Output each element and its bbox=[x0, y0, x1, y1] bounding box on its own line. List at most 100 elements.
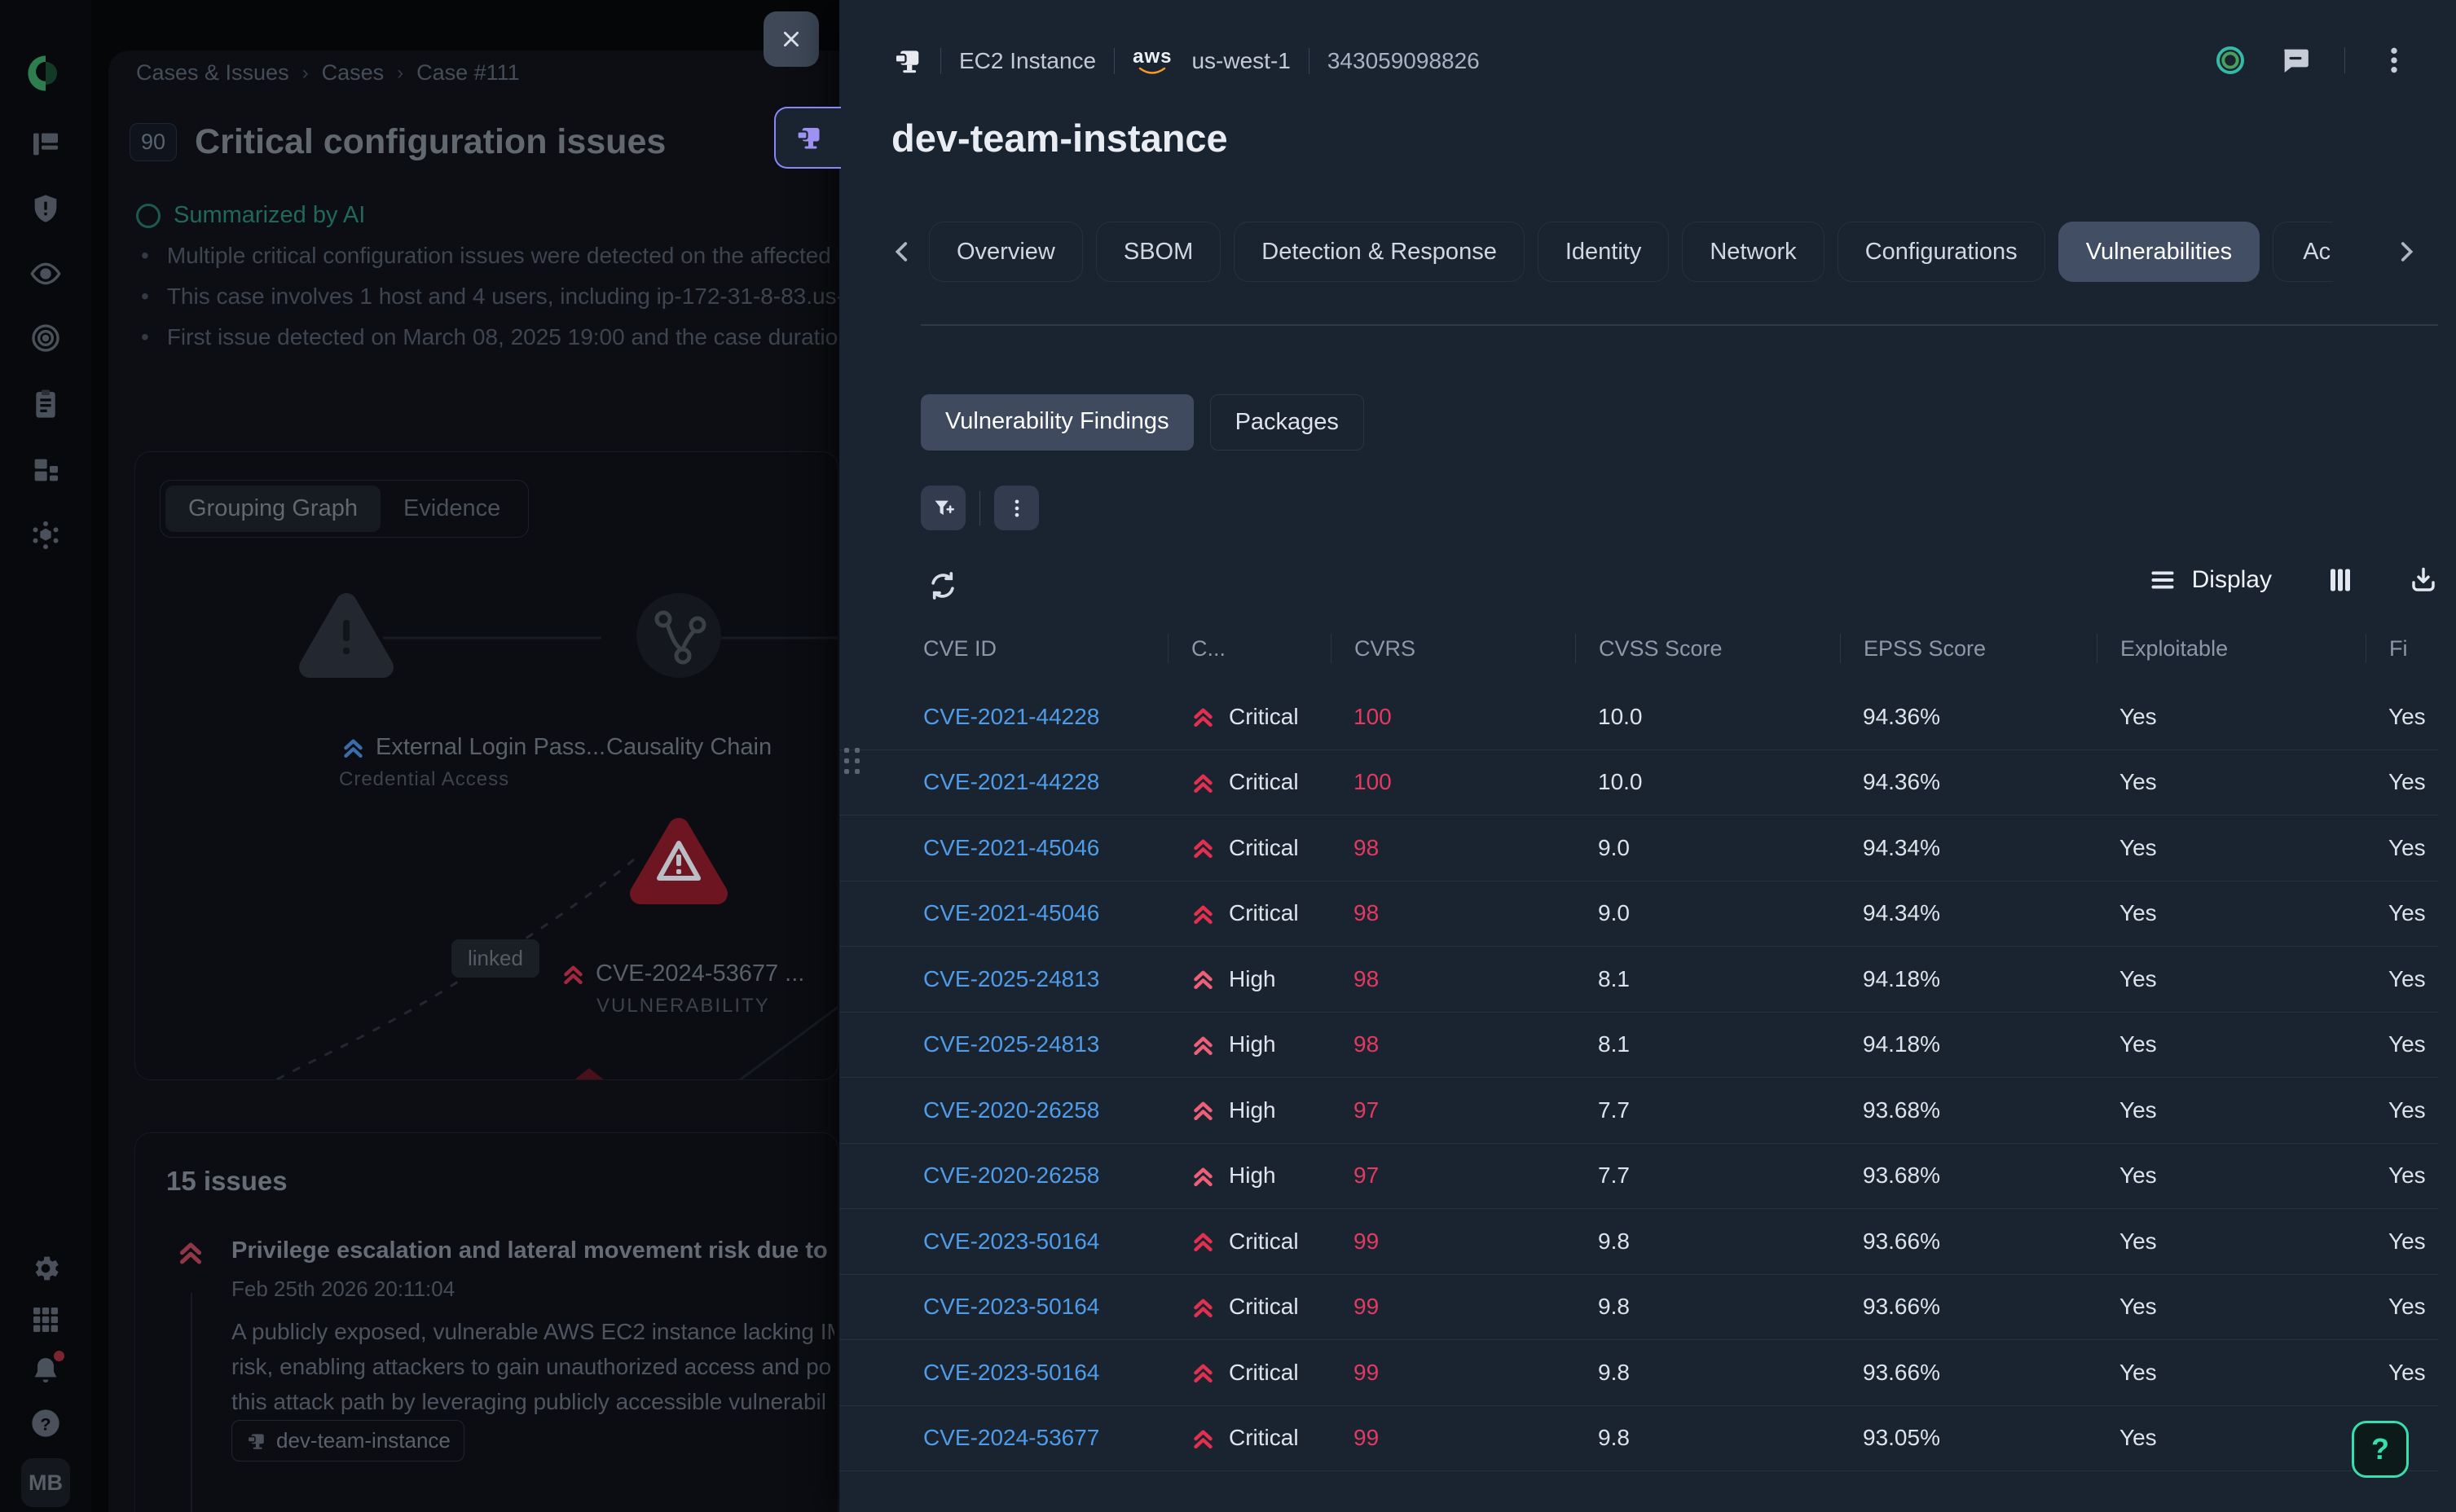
severity-label: High bbox=[1229, 1163, 1276, 1189]
graph-node-warning-triangle bbox=[310, 604, 383, 667]
help-button[interactable]: ? bbox=[2352, 1421, 2409, 1478]
tabs-scroll-left-icon[interactable] bbox=[888, 238, 916, 266]
severity-cell: Critical bbox=[1168, 1360, 1331, 1386]
tabs-scroll-right-icon[interactable] bbox=[2392, 238, 2420, 266]
table-row[interactable]: CVE-2021-45046 Critical 98 9.0 94.34% Ye… bbox=[839, 815, 2438, 881]
panel-resize-handle[interactable] bbox=[844, 748, 860, 774]
column-header-cve-id[interactable]: CVE ID bbox=[923, 636, 1168, 662]
table-row[interactable]: CVE-2025-24813 High 98 8.1 94.18% Yes Ye… bbox=[839, 947, 2438, 1013]
table-row[interactable]: CVE-2023-50164 Critical 99 9.8 93.66% Ye… bbox=[839, 1275, 2438, 1341]
cve-link[interactable]: CVE-2025-24813 bbox=[923, 966, 1168, 992]
sidebar-item-shield-alert[interactable] bbox=[29, 192, 62, 225]
epss-cell: 94.18% bbox=[1840, 1031, 2097, 1057]
graph-node-label-causality[interactable]: Causality Chain bbox=[606, 734, 772, 761]
tab-network[interactable]: Network bbox=[1682, 222, 1824, 282]
severity-cell: Critical bbox=[1168, 1425, 1331, 1451]
column-header-cvrs[interactable]: CVRS bbox=[1331, 634, 1575, 663]
table-row[interactable]: CVE-2025-24813 High 98 8.1 94.18% Yes Ye… bbox=[839, 1013, 2438, 1079]
notifications-bell-icon[interactable] bbox=[29, 1354, 62, 1387]
cve-link[interactable]: CVE-2021-44228 bbox=[923, 769, 1168, 795]
user-avatar[interactable]: MB bbox=[21, 1458, 70, 1507]
cve-link[interactable]: CVE-2021-45046 bbox=[923, 835, 1168, 861]
breadcrumb: Cases & Issues › Cases › Case #111 bbox=[136, 60, 520, 86]
table-row[interactable]: CVE-2020-26258 High 97 7.7 93.68% Yes Ye… bbox=[839, 1078, 2438, 1144]
sidebar-item-monitoring-eye[interactable] bbox=[29, 257, 62, 290]
help-circle-icon[interactable]: ? bbox=[29, 1407, 62, 1439]
kebab-menu-icon[interactable] bbox=[2378, 44, 2410, 77]
cvss-cell: 9.8 bbox=[1575, 1360, 1840, 1386]
tab-detection-response[interactable]: Detection & Response bbox=[1234, 222, 1525, 282]
cve-link[interactable]: CVE-2021-45046 bbox=[923, 900, 1168, 926]
table-row[interactable]: CVE-2021-45046 Critical 98 9.0 94.34% Ye… bbox=[839, 881, 2438, 947]
divider bbox=[1114, 48, 1115, 74]
column-header-cvss-score[interactable]: CVSS Score bbox=[1575, 634, 1840, 663]
tab-sbom[interactable]: SBOM bbox=[1096, 222, 1221, 282]
cve-link[interactable]: CVE-2021-44228 bbox=[923, 704, 1168, 730]
display-button[interactable]: Display bbox=[2148, 565, 2272, 595]
drawer-asset-tab[interactable] bbox=[774, 107, 841, 169]
graph-node-label-external-login[interactable]: External Login Pass... bbox=[341, 734, 605, 761]
cve-link[interactable]: CVE-2023-50164 bbox=[923, 1294, 1168, 1320]
cve-link[interactable]: CVE-2020-26258 bbox=[923, 1097, 1168, 1123]
subtab-packages[interactable]: Packages bbox=[1210, 394, 1364, 451]
graph-node-vulnerability bbox=[640, 829, 717, 894]
column-header-fi[interactable]: Fi bbox=[2366, 634, 2438, 663]
issue-title[interactable]: Privilege escalation and lateral movemen… bbox=[231, 1237, 834, 1264]
add-filter-button[interactable] bbox=[921, 486, 966, 530]
cve-link[interactable]: CVE-2025-24813 bbox=[923, 1031, 1168, 1057]
entity-region: us-west-1 bbox=[1191, 48, 1290, 74]
apps-grid-icon[interactable] bbox=[29, 1303, 62, 1336]
severity-label: Critical bbox=[1229, 835, 1299, 861]
sidebar-item-hive[interactable] bbox=[29, 519, 62, 552]
settings-gear-icon[interactable] bbox=[29, 1252, 62, 1285]
breadcrumb-cases[interactable]: Cases bbox=[322, 60, 385, 86]
column-header-epss-score[interactable]: EPSS Score bbox=[1840, 634, 2097, 663]
sidebar-item-assets[interactable] bbox=[29, 454, 62, 486]
severity-label: Critical bbox=[1229, 900, 1299, 926]
tab-identity[interactable]: Identity bbox=[1538, 222, 1670, 282]
cve-link[interactable]: CVE-2020-26258 bbox=[923, 1163, 1168, 1189]
breadcrumb-cases-issues[interactable]: Cases & Issues bbox=[136, 60, 289, 86]
subtab-vulnerability-findings[interactable]: Vulnerability Findings bbox=[921, 394, 1194, 451]
refresh-icon bbox=[927, 570, 958, 601]
issue-asset-tag[interactable]: dev-team-instance bbox=[231, 1420, 464, 1461]
exploitable-cell: Yes bbox=[2097, 900, 2366, 926]
table-row[interactable]: CVE-2020-26258 High 97 7.7 93.68% Yes Ye… bbox=[839, 1144, 2438, 1210]
filter-options-button[interactable] bbox=[994, 486, 1039, 530]
severity-cell: High bbox=[1168, 966, 1331, 992]
tab-configurations[interactable]: Configurations bbox=[1838, 222, 2045, 282]
tab-overview[interactable]: Overview bbox=[929, 222, 1083, 282]
comment-icon[interactable] bbox=[2279, 44, 2312, 77]
table-row[interactable]: CVE-2024-53677 Critical 99 9.8 93.05% Ye… bbox=[839, 1406, 2438, 1472]
cve-link[interactable]: CVE-2023-50164 bbox=[923, 1360, 1168, 1386]
download-button[interactable] bbox=[2409, 565, 2438, 595]
severity-label: Critical bbox=[1229, 769, 1299, 795]
cvrs-cell: 97 bbox=[1331, 1163, 1575, 1189]
table-row[interactable]: CVE-2021-44228 Critical 100 10.0 94.36% … bbox=[839, 750, 2438, 816]
severity-chevrons-icon bbox=[1191, 770, 1216, 795]
cve-link[interactable]: CVE-2024-53677 bbox=[923, 1425, 1168, 1451]
cve-link[interactable]: CVE-2023-50164 bbox=[923, 1228, 1168, 1255]
column-header-exploitable[interactable]: Exploitable bbox=[2097, 634, 2366, 663]
severity-cell: Critical bbox=[1168, 835, 1331, 861]
severity-label: Critical bbox=[1229, 1360, 1299, 1386]
tab-vulnerabilities[interactable]: Vulnerabilities bbox=[2058, 222, 2260, 282]
table-row[interactable]: CVE-2023-50164 Critical 99 9.8 93.66% Ye… bbox=[839, 1340, 2438, 1406]
refresh-button[interactable] bbox=[927, 570, 958, 601]
exploitable-cell: Yes bbox=[2097, 769, 2366, 795]
ai-rings-icon[interactable] bbox=[2214, 44, 2247, 77]
table-row[interactable]: CVE-2023-50164 Critical 99 9.8 93.66% Ye… bbox=[839, 1209, 2438, 1275]
sidebar-item-dashboard[interactable] bbox=[29, 128, 62, 160]
sidebar-item-target[interactable] bbox=[29, 322, 62, 354]
close-drawer-button[interactable] bbox=[764, 11, 819, 67]
cvss-cell: 8.1 bbox=[1575, 966, 1840, 992]
severity-chevrons-icon bbox=[1191, 1426, 1216, 1451]
tab-partial[interactable]: Ac bbox=[2273, 222, 2333, 282]
columns-button[interactable] bbox=[2326, 565, 2355, 595]
severity-cell: Critical bbox=[1168, 769, 1331, 795]
column-header-c-[interactable]: C... bbox=[1168, 634, 1331, 663]
sidebar-item-clipboard[interactable] bbox=[29, 388, 62, 420]
graph-node-label-cve[interactable]: CVE-2024-53677 ... bbox=[561, 960, 804, 987]
brand-logo-icon[interactable] bbox=[24, 52, 67, 94]
table-row[interactable]: CVE-2021-44228 Critical 100 10.0 94.36% … bbox=[839, 684, 2438, 750]
